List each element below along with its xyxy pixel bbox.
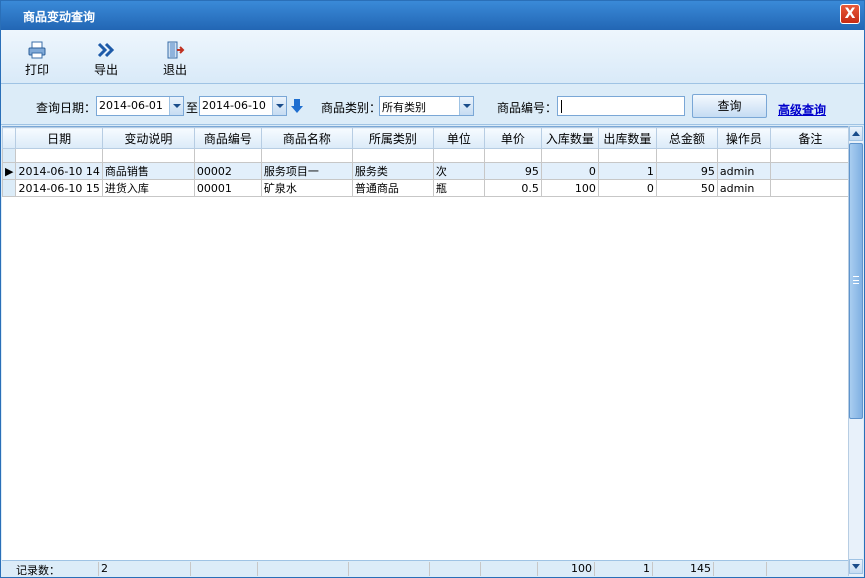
cell-unit[interactable]: 瓶: [432, 179, 485, 197]
date-to-picker[interactable]: 2014-06-10: [199, 96, 287, 116]
date-from-value: 2014-06-01: [99, 99, 163, 112]
arrow-down-icon[interactable]: [290, 98, 304, 117]
scroll-thumb[interactable]: [849, 143, 863, 419]
filter-row[interactable]: [1, 148, 851, 163]
col-header-unit[interactable]: 单位: [432, 127, 485, 149]
export-button[interactable]: 导出: [84, 40, 128, 78]
cell-operator[interactable]: admin: [716, 179, 771, 197]
query-button[interactable]: 查询: [692, 94, 767, 118]
print-label: 打印: [24, 63, 49, 77]
window-title: 商品变动查询: [23, 10, 96, 24]
chevron-down-icon[interactable]: [169, 97, 183, 115]
out-qty-total: 1: [595, 562, 653, 576]
header-row: 日期 变动说明 商品编号 商品名称 所属类别 单位 单价 入库数量 出库数量 总…: [1, 127, 851, 149]
cell-code[interactable]: 00001: [193, 179, 262, 197]
printer-icon: [15, 40, 59, 60]
export-label: 导出: [93, 63, 118, 77]
code-label: 商品编号：: [497, 101, 558, 115]
filter-cell[interactable]: [540, 148, 599, 163]
scroll-up-icon[interactable]: [849, 126, 863, 141]
filter-cell[interactable]: [655, 148, 718, 163]
vertical-scrollbar[interactable]: [848, 126, 863, 576]
col-header-operator[interactable]: 操作员: [716, 127, 771, 149]
cell-desc[interactable]: 进货入库: [101, 179, 195, 197]
cell-category[interactable]: 普通商品: [351, 179, 434, 197]
cell-total[interactable]: 50: [655, 179, 718, 197]
filter-cell[interactable]: [351, 148, 434, 163]
cell-total[interactable]: 95: [655, 162, 718, 180]
date-to-value: 2014-06-10: [202, 99, 266, 112]
cell-category[interactable]: 服务类: [351, 162, 434, 180]
col-header-total[interactable]: 总金额: [655, 127, 718, 149]
data-grid: 日期 变动说明 商品编号 商品名称 所属类别 单位 单价 入库数量 出库数量 总…: [1, 126, 863, 576]
exit-door-icon: [153, 40, 197, 60]
col-header-note[interactable]: 备注: [769, 127, 851, 149]
filter-cell[interactable]: [193, 148, 262, 163]
amount-total: 145: [653, 562, 714, 576]
filter-cell[interactable]: [432, 148, 485, 163]
filter-cell[interactable]: [483, 148, 542, 163]
col-header-code[interactable]: 商品编号: [193, 127, 262, 149]
text-caret: [561, 100, 562, 113]
cell-name[interactable]: 矿泉水: [260, 179, 353, 197]
row-indicator-header: [1, 127, 17, 149]
cell-date[interactable]: 2014-06-10 14: [15, 162, 103, 180]
col-header-date[interactable]: 日期: [15, 127, 103, 149]
table-row[interactable]: 2014-06-10 15 进货入库 00001 矿泉水 普通商品 瓶 0.5 …: [1, 179, 851, 197]
cell-desc[interactable]: 商品销售: [101, 162, 195, 180]
summary-footer: 记录数： 2 100 1 145: [2, 560, 848, 577]
cell-code[interactable]: 00002: [193, 162, 262, 180]
col-header-desc[interactable]: 变动说明: [101, 127, 195, 149]
double-chevron-right-icon: [84, 40, 128, 60]
code-input[interactable]: [557, 96, 685, 116]
filter-cell[interactable]: [15, 148, 103, 163]
advanced-query-link[interactable]: 高级查询: [778, 101, 826, 118]
cell-date[interactable]: 2014-06-10 15: [15, 179, 103, 197]
data-table: 日期 变动说明 商品编号 商品名称 所属类别 单位 单价 入库数量 出库数量 总…: [1, 127, 851, 197]
record-count-label: 记录数：: [2, 562, 99, 577]
exit-button[interactable]: 退出: [153, 40, 197, 78]
scroll-down-icon[interactable]: [849, 559, 863, 574]
title-bar: 商品变动查询 X: [1, 1, 864, 30]
record-count-value: 2: [99, 562, 191, 576]
filter-bar: 查询日期： 2014-06-01 至 2014-06-10 商品类别： 所有类别…: [1, 85, 864, 125]
chevron-down-icon[interactable]: [459, 97, 473, 115]
to-label: 至: [186, 101, 199, 115]
col-header-out-qty[interactable]: 出库数量: [597, 127, 657, 149]
exit-label: 退出: [162, 63, 187, 77]
cell-operator[interactable]: admin: [716, 162, 771, 180]
col-header-category[interactable]: 所属类别: [351, 127, 434, 149]
col-header-in-qty[interactable]: 入库数量: [540, 127, 599, 149]
cell-note[interactable]: [769, 179, 851, 197]
cell-price[interactable]: 0.5: [483, 179, 542, 197]
cell-unit[interactable]: 次: [432, 162, 485, 180]
cell-price[interactable]: 95: [483, 162, 542, 180]
cell-name[interactable]: 服务项目一: [260, 162, 353, 180]
category-select[interactable]: 所有类别: [379, 96, 474, 116]
col-header-name[interactable]: 商品名称: [260, 127, 353, 149]
col-header-price[interactable]: 单价: [483, 127, 542, 149]
in-qty-total: 100: [538, 562, 595, 576]
filter-cell[interactable]: [769, 148, 851, 163]
filter-cell[interactable]: [597, 148, 657, 163]
toolbar: 打印 导出 退出: [1, 30, 864, 84]
print-button[interactable]: 打印: [15, 40, 59, 78]
table-row[interactable]: ▶ 2014-06-10 14 商品销售 00002 服务项目一 服务类 次 9…: [1, 162, 851, 180]
chevron-down-icon[interactable]: [272, 97, 286, 115]
cell-out-qty[interactable]: 1: [597, 162, 657, 180]
cell-in-qty[interactable]: 100: [540, 179, 599, 197]
date-from-picker[interactable]: 2014-06-01: [96, 96, 184, 116]
filter-cell[interactable]: [260, 148, 353, 163]
cell-in-qty[interactable]: 0: [540, 162, 599, 180]
date-label: 查询日期：: [36, 101, 97, 115]
filter-cell[interactable]: [716, 148, 771, 163]
cell-note[interactable]: [769, 162, 851, 180]
filter-cell[interactable]: [101, 148, 195, 163]
category-label: 商品类别：: [321, 101, 382, 115]
cell-out-qty[interactable]: 0: [597, 179, 657, 197]
category-value: 所有类别: [382, 101, 426, 114]
close-button[interactable]: X: [840, 4, 860, 24]
current-row-arrow-icon: ▶: [1, 162, 17, 180]
window: 商品变动查询 X 打印 导出 退出 查询日期： 2014-06-01 至 201…: [0, 0, 865, 578]
